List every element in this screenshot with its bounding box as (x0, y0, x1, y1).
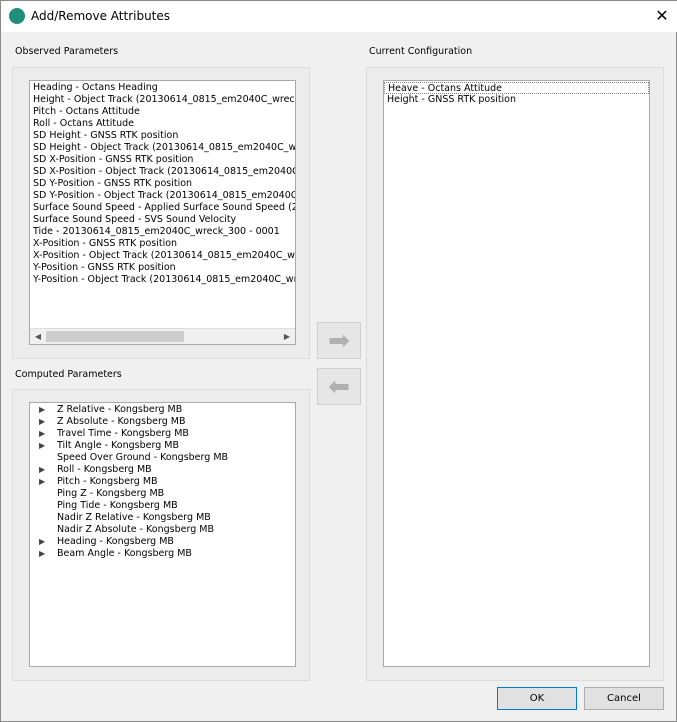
arrow-right-icon: ➡ (328, 325, 350, 356)
tree-item[interactable]: Ping Tide - Kongsberg MB (30, 500, 295, 512)
list-item[interactable]: Roll - Octans Attitude (30, 118, 295, 130)
tree-item-label: Z Relative - Kongsberg MB (57, 404, 183, 415)
tree-item-label: Nadir Z Absolute - Kongsberg MB (57, 524, 214, 535)
observed-label: Observed Parameters (15, 46, 119, 57)
tree-item-label: Tilt Angle - Kongsberg MB (57, 440, 179, 451)
tree-item[interactable]: ▶ Heading - Kongsberg MB (30, 536, 295, 548)
horizontal-scrollbar[interactable]: ◀ ▶ (30, 328, 295, 344)
tree-item-label: Heading - Kongsberg MB (57, 536, 174, 547)
tree-item[interactable]: Speed Over Ground - Kongsberg MB (30, 452, 295, 464)
computed-tree[interactable]: ▶ Z Relative - Kongsberg MB ▶ Z Absolute - … (29, 402, 296, 667)
window-title: Add/Remove Attributes (31, 9, 171, 23)
list-item[interactable]: Height - GNSS RTK position (384, 94, 649, 106)
list-item[interactable]: Surface Sound Speed - Applied Surface So… (30, 202, 295, 214)
list-item[interactable]: Heave - Octans Attitude (384, 82, 649, 94)
list-item[interactable]: SD Y-Position - GNSS RTK position (30, 178, 295, 190)
list-item[interactable]: SD Y-Position - Object Track (20130614_0… (30, 190, 295, 202)
current-label: Current Configuration (369, 46, 473, 57)
tree-item-label: Roll - Kongsberg MB (57, 464, 152, 475)
app-icon (9, 8, 25, 24)
tree-item[interactable]: Nadir Z Relative - Kongsberg MB (30, 512, 295, 524)
expand-arrow-icon[interactable]: ▶ (39, 440, 51, 452)
close-icon[interactable]: ✕ (653, 6, 671, 25)
tree-item-label: Nadir Z Relative - Kongsberg MB (57, 512, 211, 523)
expand-arrow-icon[interactable]: ▶ (39, 476, 51, 488)
observed-list[interactable]: Heading - Octans Heading Height - Object … (29, 80, 296, 345)
tree-item-label: Ping Tide - Kongsberg MB (57, 500, 178, 511)
list-item[interactable]: SD X-Position - GNSS RTK position (30, 154, 295, 166)
scroll-right-icon[interactable]: ▶ (279, 329, 295, 344)
list-item[interactable]: Surface Sound Speed - SVS Sound Velocity (30, 214, 295, 226)
cancel-button[interactable]: Cancel (584, 687, 664, 710)
tree-item[interactable]: ▶ Pitch - Kongsberg MB (30, 476, 295, 488)
tree-item-label: Z Absolute - Kongsberg MB (57, 416, 186, 427)
tree-item[interactable]: ▶ Beam Angle - Kongsberg MB (30, 548, 295, 560)
list-item[interactable]: Tide - 20130614_0815_em2040C_wreck_300 -… (30, 226, 295, 238)
tree-item-label: Travel Time - Kongsberg MB (57, 428, 189, 439)
remove-button[interactable]: ⬅ (317, 368, 361, 405)
tree-item-label: Beam Angle - Kongsberg MB (57, 548, 192, 559)
expand-arrow-icon[interactable]: ▶ (39, 428, 51, 440)
computed-label: Computed Parameters (15, 369, 122, 380)
list-item[interactable]: Height - Object Track (20130614_0815_em2… (30, 94, 295, 106)
tree-item[interactable]: Ping Z - Kongsberg MB (30, 488, 295, 500)
current-list[interactable]: Heave - Octans Attitude Height - GNSS RTK… (383, 80, 650, 667)
tree-item[interactable]: ▶ Travel Time - Kongsberg MB (30, 428, 295, 440)
tree-item[interactable]: ▶ Tilt Angle - Kongsberg MB (30, 440, 295, 452)
scroll-left-icon[interactable]: ◀ (30, 329, 46, 344)
tree-item-label: Pitch - Kongsberg MB (57, 476, 158, 487)
list-item[interactable]: Y-Position - GNSS RTK position (30, 262, 295, 274)
list-item[interactable]: SD Height - GNSS RTK position (30, 130, 295, 142)
tree-item[interactable]: ▶ Z Absolute - Kongsberg MB (30, 416, 295, 428)
expand-arrow-icon[interactable]: ▶ (39, 416, 51, 428)
expand-arrow-icon[interactable]: ▶ (39, 404, 51, 416)
list-item[interactable]: Pitch - Octans Attitude (30, 106, 295, 118)
list-item[interactable]: Y-Position - Object Track (20130614_0815… (30, 274, 295, 286)
expand-arrow-icon[interactable]: ▶ (39, 536, 51, 548)
tree-item-label: Speed Over Ground - Kongsberg MB (57, 452, 229, 463)
arrow-left-icon: ⬅ (328, 371, 350, 402)
expand-arrow-icon[interactable]: ▶ (39, 548, 51, 560)
list-item[interactable]: Heading - Octans Heading (30, 82, 295, 94)
scrollbar-thumb[interactable] (46, 331, 184, 342)
tree-item-label: Ping Z - Kongsberg MB (57, 488, 165, 499)
tree-item[interactable]: Nadir Z Absolute - Kongsberg MB (30, 524, 295, 536)
tree-item[interactable]: ▶ Roll - Kongsberg MB (30, 464, 295, 476)
tree-item[interactable]: ▶ Z Relative - Kongsberg MB (30, 404, 295, 416)
ok-button[interactable]: OK (497, 687, 577, 710)
list-item[interactable]: SD Height - Object Track (20130614_0815_… (30, 142, 295, 154)
add-button[interactable]: ➡ (317, 322, 361, 359)
expand-arrow-icon[interactable]: ▶ (39, 464, 51, 476)
list-item[interactable]: X-Position - GNSS RTK position (30, 238, 295, 250)
list-item[interactable]: SD X-Position - Object Track (20130614_0… (30, 166, 295, 178)
list-item[interactable]: X-Position - Object Track (20130614_0815… (30, 250, 295, 262)
